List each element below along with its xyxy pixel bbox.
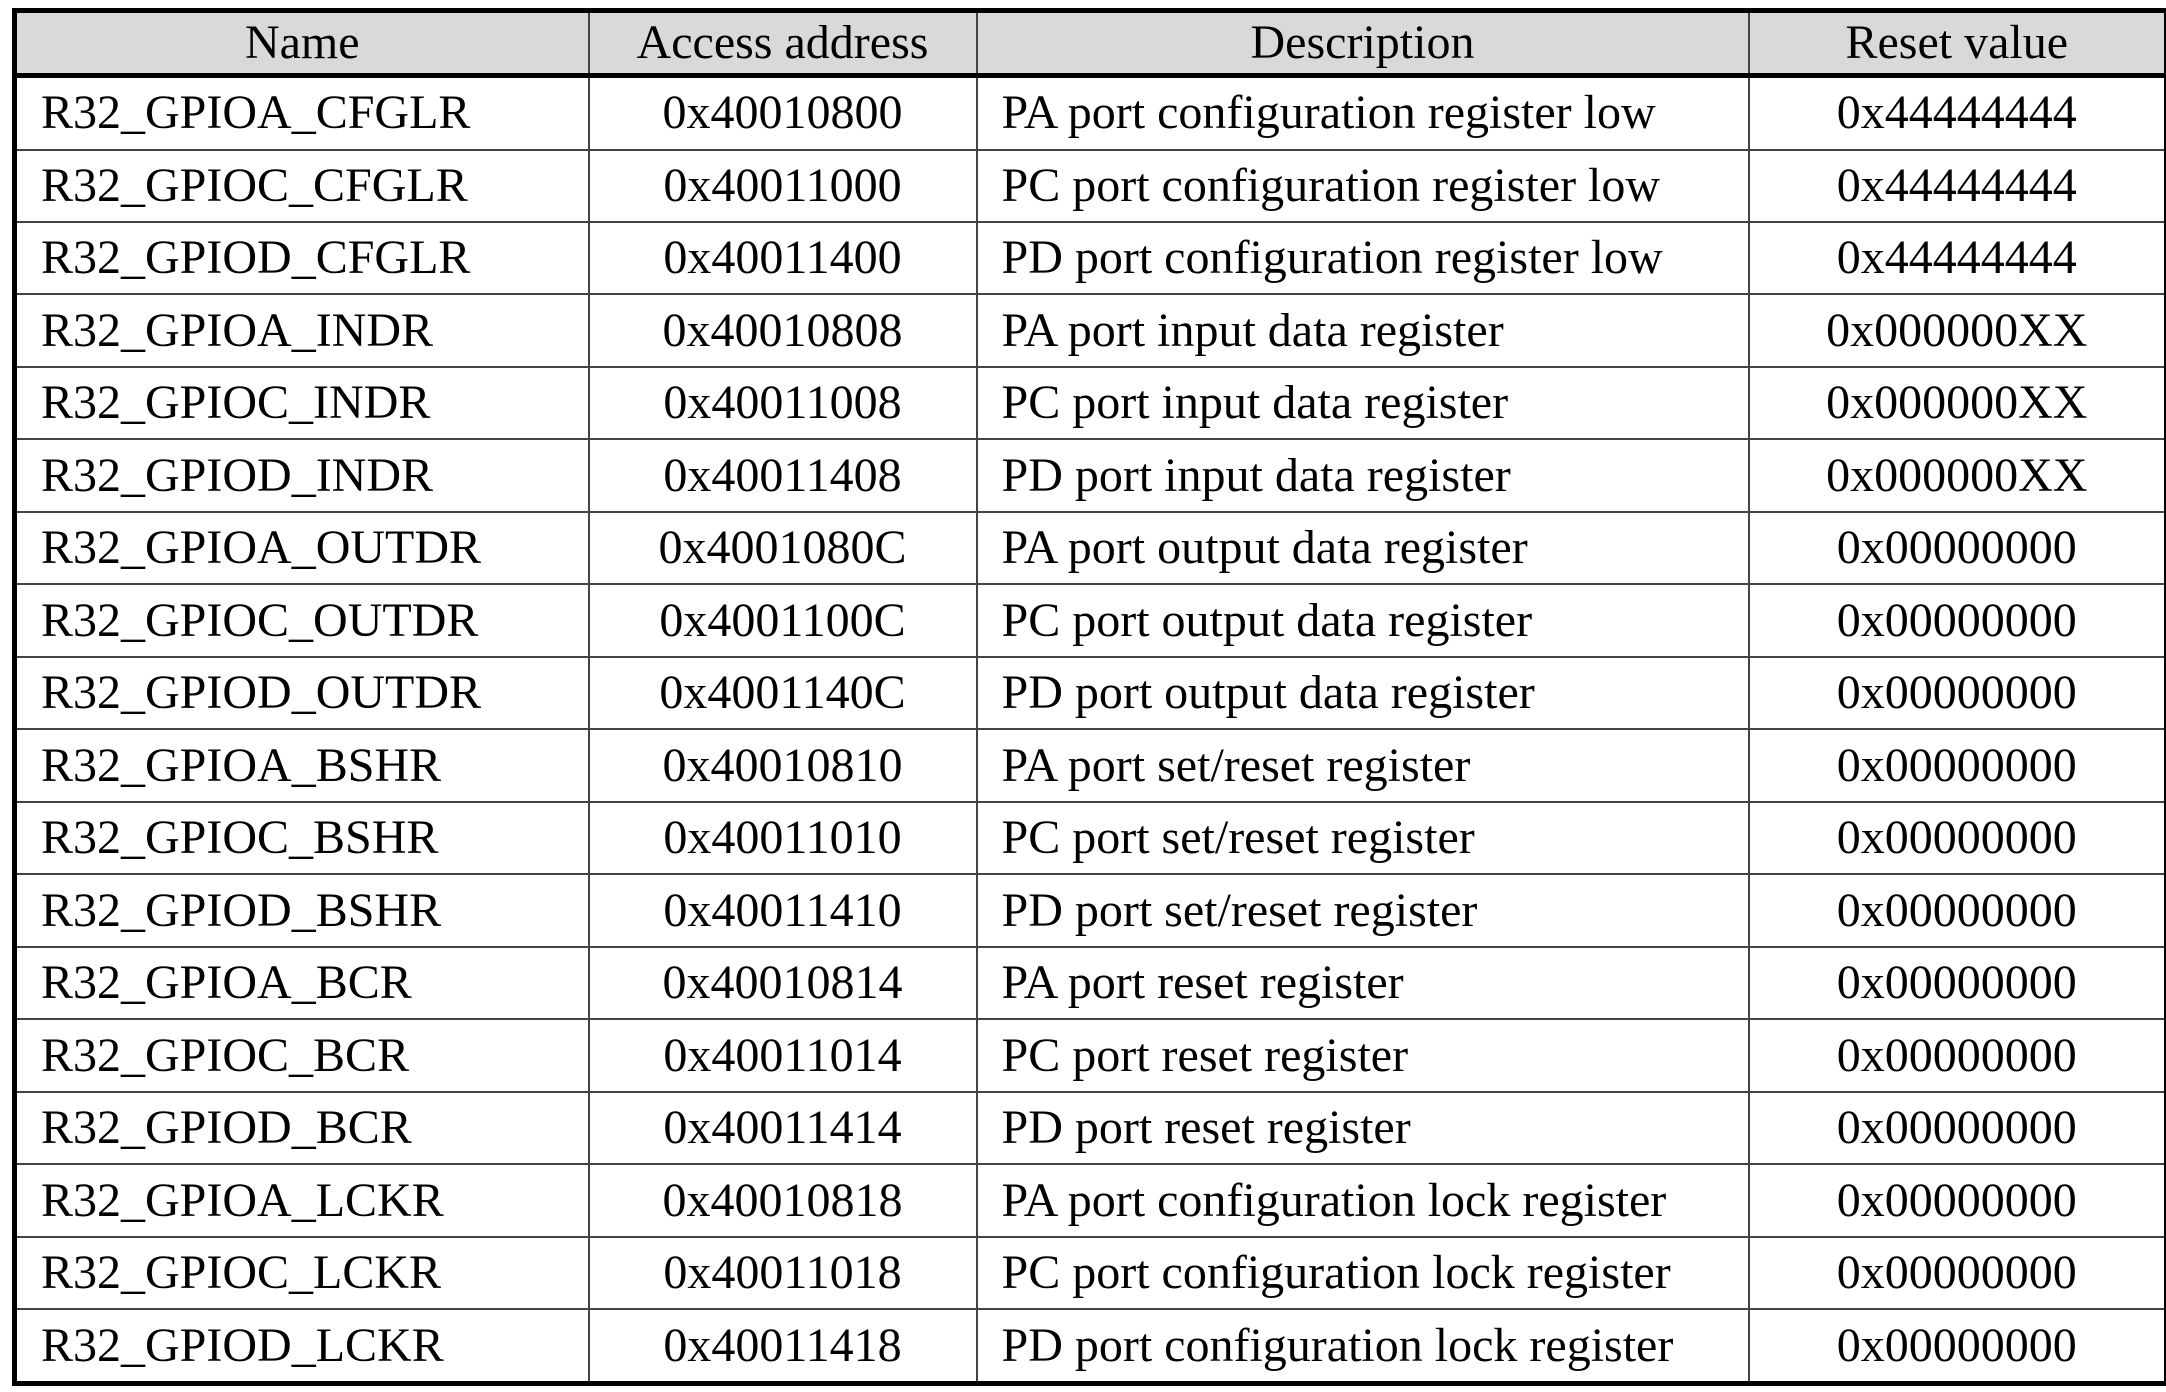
description-cell: PA port input data register (975, 293, 1750, 368)
description-cell: PC port input data register (975, 365, 1750, 441)
table-row: R32_GPIOD_OUTDR 0x4001140C PD port output … (13, 655, 2166, 731)
register-name-cell: R32_GPIOC_BSHR (13, 800, 590, 876)
table-row: R32_GPIOA_INDR 0x40010808 PA port input da… (13, 293, 2166, 368)
table-row: R32_GPIOA_BCR 0x40010814 PA port reset reg… (13, 945, 2166, 1021)
access-address-cell: 0x40011400 (587, 220, 978, 296)
description-cell: PD port configuration lock register (975, 1308, 1750, 1385)
register-name-cell: R32_GPIOA_INDR (13, 293, 590, 368)
access-address-cell: 0x40010800 (587, 74, 978, 151)
column-header-reset: Reset value (1747, 9, 2166, 78)
access-address-cell: 0x40010818 (587, 1163, 978, 1238)
register-table-container: Name Access address Description Reset va… (12, 8, 2166, 1386)
description-cell: PA port configuration lock register (975, 1163, 1750, 1238)
register-name-cell: R32_GPIOA_LCKR (13, 1163, 590, 1238)
table-row: R32_GPIOC_BSHR 0x40011010 PC port set/rese… (13, 800, 2166, 876)
table-row: R32_GPIOD_INDR 0x40011408 PD port input da… (13, 438, 2166, 513)
description-cell: PD port input data register (975, 438, 1750, 513)
access-address-cell: 0x4001080C (587, 510, 978, 586)
access-address-cell: 0x40011410 (587, 873, 978, 948)
reset-value-cell: 0x00000000 (1747, 1163, 2166, 1238)
register-name-cell: R32_GPIOC_INDR (13, 365, 590, 441)
access-address-cell: 0x40011000 (587, 148, 978, 223)
description-cell: PD port configuration register low (975, 220, 1750, 296)
description-cell: PC port output data register (975, 583, 1750, 658)
reset-value-cell: 0x000000XX (1747, 365, 2166, 441)
access-address-cell: 0x40011018 (587, 1235, 978, 1311)
access-address-cell: 0x4001100C (587, 583, 978, 658)
register-name-cell: R32_GPIOD_BCR (13, 1090, 590, 1166)
reset-value-cell: 0x00000000 (1747, 873, 2166, 948)
register-name-cell: R32_GPIOA_BSHR (13, 728, 590, 803)
description-cell: PD port reset register (975, 1090, 1750, 1166)
reset-value-cell: 0x44444444 (1747, 148, 2166, 223)
table-row: R32_GPIOD_CFGLR 0x40011400 PD port configu… (13, 220, 2166, 296)
table-row: R32_GPIOC_BCR 0x40011014 PC port reset reg… (13, 1018, 2166, 1093)
register-name-cell: R32_GPIOD_LCKR (13, 1308, 590, 1385)
description-cell: PC port set/reset register (975, 800, 1750, 876)
reset-value-cell: 0x00000000 (1747, 800, 2166, 876)
register-name-cell: R32_GPIOC_CFGLR (13, 148, 590, 223)
access-address-cell: 0x4001140C (587, 655, 978, 731)
reset-value-cell: 0x00000000 (1747, 1018, 2166, 1093)
reset-value-cell: 0x44444444 (1747, 74, 2166, 151)
access-address-cell: 0x40010814 (587, 945, 978, 1021)
description-cell: PA port configuration register low (975, 74, 1750, 151)
table-row: R32_GPIOA_LCKR 0x40010818 PA port configur… (13, 1163, 2166, 1238)
register-name-cell: R32_GPIOD_INDR (13, 438, 590, 513)
access-address-cell: 0x40011414 (587, 1090, 978, 1166)
column-header-name: Name (13, 9, 590, 78)
description-cell: PD port output data register (975, 655, 1750, 731)
reset-value-cell: 0x00000000 (1747, 583, 2166, 658)
column-header-address: Access address (587, 9, 978, 78)
register-name-cell: R32_GPIOD_CFGLR (13, 220, 590, 296)
gpio-register-table: Name Access address Description Reset va… (12, 8, 2166, 1386)
table-row: R32_GPIOA_CFGLR 0x40010800 PA port configu… (13, 74, 2166, 151)
table-header-row: Name Access address Description Reset va… (13, 9, 2166, 78)
reset-value-cell: 0x00000000 (1747, 1235, 2166, 1311)
register-name-cell: R32_GPIOD_OUTDR (13, 655, 590, 731)
register-name-cell: R32_GPIOA_OUTDR (13, 510, 590, 586)
access-address-cell: 0x40010810 (587, 728, 978, 803)
reset-value-cell: 0x44444444 (1747, 220, 2166, 296)
table-row: R32_GPIOD_LCKR 0x40011418 PD port configur… (13, 1308, 2166, 1385)
register-name-cell: R32_GPIOC_OUTDR (13, 583, 590, 658)
table-row: R32_GPIOA_BSHR 0x40010810 PA port set/rese… (13, 728, 2166, 803)
description-cell: PA port output data register (975, 510, 1750, 586)
table-row: R32_GPIOD_BSHR 0x40011410 PD port set/rese… (13, 873, 2166, 948)
table-row: R32_GPIOC_LCKR 0x40011018 PC port configur… (13, 1235, 2166, 1311)
description-cell: PA port set/reset register (975, 728, 1750, 803)
reset-value-cell: 0x00000000 (1747, 728, 2166, 803)
description-cell: PC port configuration register low (975, 148, 1750, 223)
table-row: R32_GPIOC_CFGLR 0x40011000 PC port configu… (13, 148, 2166, 223)
reset-value-cell: 0x00000000 (1747, 510, 2166, 586)
register-name-cell: R32_GPIOC_BCR (13, 1018, 590, 1093)
table-row: R32_GPIOD_BCR 0x40011414 PD port reset reg… (13, 1090, 2166, 1166)
table-row: R32_GPIOA_OUTDR 0x4001080C PA port output … (13, 510, 2166, 586)
access-address-cell: 0x40011010 (587, 800, 978, 876)
description-cell: PC port configuration lock register (975, 1235, 1750, 1311)
register-name-cell: R32_GPIOA_CFGLR (13, 74, 590, 151)
access-address-cell: 0x40011418 (587, 1308, 978, 1385)
access-address-cell: 0x40011008 (587, 365, 978, 441)
access-address-cell: 0x40011014 (587, 1018, 978, 1093)
reset-value-cell: 0x00000000 (1747, 945, 2166, 1021)
register-name-cell: R32_GPIOD_BSHR (13, 873, 590, 948)
column-header-description: Description (975, 9, 1750, 78)
access-address-cell: 0x40011408 (587, 438, 978, 513)
reset-value-cell: 0x000000XX (1747, 438, 2166, 513)
register-name-cell: R32_GPIOA_BCR (13, 945, 590, 1021)
description-cell: PD port set/reset register (975, 873, 1750, 948)
access-address-cell: 0x40010808 (587, 293, 978, 368)
description-cell: PA port reset register (975, 945, 1750, 1021)
table-row: R32_GPIOC_INDR 0x40011008 PC port input da… (13, 365, 2166, 441)
register-name-cell: R32_GPIOC_LCKR (13, 1235, 590, 1311)
description-cell: PC port reset register (975, 1018, 1750, 1093)
reset-value-cell: 0x00000000 (1747, 655, 2166, 731)
table-row: R32_GPIOC_OUTDR 0x4001100C PC port output … (13, 583, 2166, 658)
reset-value-cell: 0x000000XX (1747, 293, 2166, 368)
reset-value-cell: 0x00000000 (1747, 1090, 2166, 1166)
reset-value-cell: 0x00000000 (1747, 1308, 2166, 1385)
